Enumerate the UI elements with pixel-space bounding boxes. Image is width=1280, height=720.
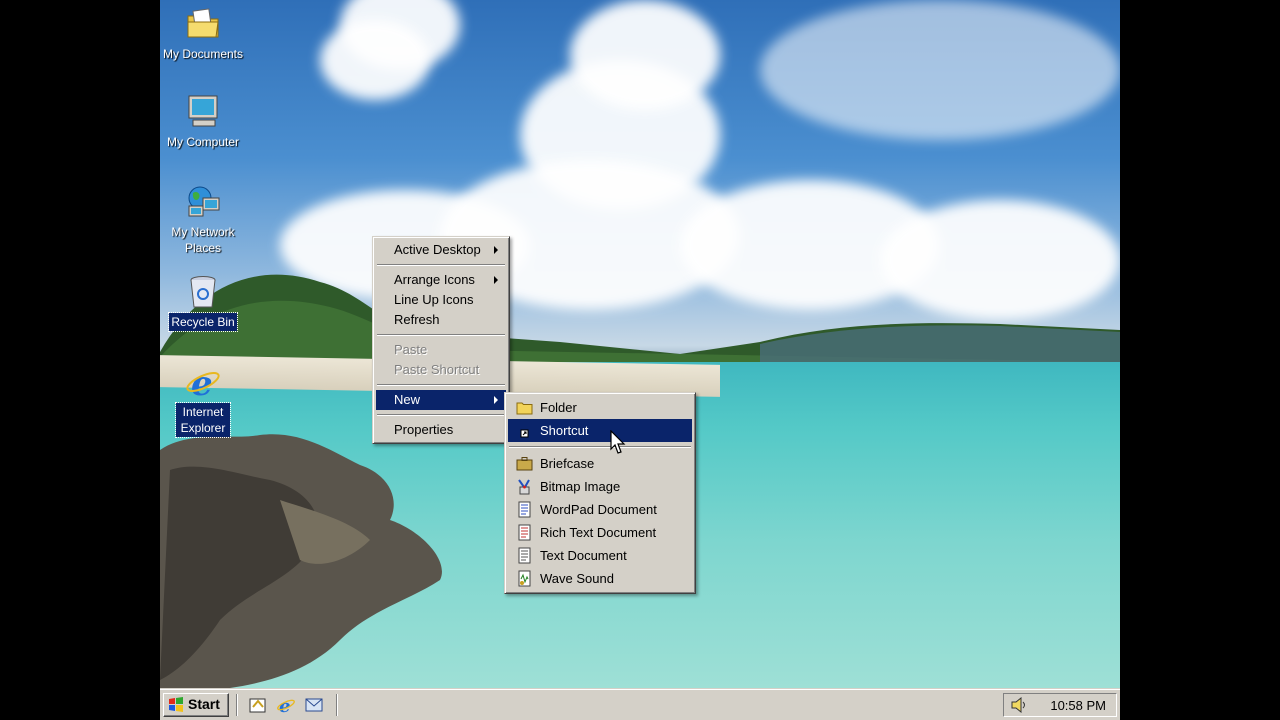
- menu-item-active-desktop[interactable]: Active Desktop: [376, 240, 506, 260]
- submenu-item-text-document[interactable]: Text Document: [508, 544, 692, 567]
- volume-speaker-icon[interactable]: [1010, 697, 1028, 713]
- menu-item-label: Line Up Icons: [394, 292, 474, 307]
- svg-text:e: e: [279, 696, 290, 715]
- submenu-item-wave-sound[interactable]: Wave Sound: [508, 567, 692, 590]
- desktop-icon-recycle-bin[interactable]: Recycle Bin: [160, 274, 248, 332]
- submenu-item-bitmap-image[interactable]: Bitmap Image: [508, 475, 692, 498]
- menu-item-arrange-icons[interactable]: Arrange Icons: [376, 270, 506, 290]
- start-button[interactable]: Start: [163, 693, 229, 717]
- submenu-item-rich-text-document[interactable]: Rich Text Document: [508, 521, 692, 544]
- desktop-icon-my-computer[interactable]: My Computer: [160, 94, 248, 151]
- wordpad-document-icon: [518, 501, 531, 518]
- desktop-icon-label: My Documents: [162, 47, 244, 61]
- menu-separator: [377, 334, 505, 336]
- desktop-icon-label: Recycle Bin: [168, 312, 238, 332]
- submenu-item-label: Wave Sound: [540, 571, 614, 586]
- outlook-express-icon[interactable]: [304, 695, 324, 715]
- menu-item-new[interactable]: New: [376, 390, 506, 410]
- submenu-item-briefcase[interactable]: Briefcase: [508, 452, 692, 475]
- desktop-icon-internet-explorer[interactable]: e Internet Explorer: [160, 364, 248, 438]
- show-desktop-icon[interactable]: [248, 695, 268, 715]
- menu-item-properties[interactable]: Properties: [376, 420, 506, 440]
- menu-item-label: Active Desktop: [394, 242, 481, 257]
- desktop-icon-my-documents[interactable]: My Documents: [160, 6, 248, 63]
- menu-item-label: Arrange Icons: [394, 272, 475, 287]
- submenu-arrow-icon: [494, 396, 498, 404]
- menu-separator: [377, 414, 505, 416]
- briefcase-icon: [516, 457, 533, 471]
- menu-item-label: Refresh: [394, 312, 440, 327]
- submenu-item-label: Bitmap Image: [540, 479, 621, 494]
- system-tray: 10:58 PM: [1003, 693, 1117, 717]
- submenu-item-label: Rich Text Document: [540, 525, 657, 540]
- rich-text-document-icon: [518, 524, 531, 541]
- submenu-item-label: Briefcase: [540, 456, 595, 471]
- menu-item-label: Paste Shortcut: [394, 362, 480, 377]
- wallpaper: [160, 0, 1120, 720]
- internet-explorer-quicklaunch-icon[interactable]: e: [276, 695, 296, 715]
- submenu-item-label: Text Document: [540, 548, 627, 563]
- desktop-icon-label: My Network Places: [171, 225, 235, 255]
- submenu-item-label: WordPad Document: [540, 502, 657, 517]
- menu-item-paste: Paste: [376, 340, 506, 360]
- paint-icon: [518, 479, 530, 495]
- taskbar-clock[interactable]: 10:58 PM: [1050, 698, 1106, 713]
- recycle-bin-icon: [185, 274, 221, 310]
- wave-sound-icon: [518, 570, 531, 587]
- computer-icon: [185, 94, 221, 130]
- folder-icon: [516, 402, 533, 415]
- menu-separator: [509, 446, 691, 448]
- submenu-arrow-icon: [494, 246, 498, 254]
- mouse-cursor-icon: [610, 430, 626, 454]
- internet-explorer-icon: e: [185, 364, 221, 404]
- menu-item-label: New: [394, 392, 421, 407]
- menu-item-refresh[interactable]: Refresh: [376, 310, 506, 330]
- submenu-item-wordpad-document[interactable]: WordPad Document: [508, 498, 692, 521]
- desktop-icon-label: Internet Explorer: [175, 402, 231, 438]
- taskbar-separator: [336, 694, 338, 716]
- submenu-item-folder[interactable]: Folder: [508, 396, 692, 419]
- submenu-item-label: Shortcut: [540, 423, 589, 438]
- taskbar: Start e 10:58 PM: [160, 688, 1120, 720]
- network-globe-icon: [185, 184, 221, 220]
- desktop-icon-my-network-places[interactable]: My Network Places: [160, 184, 248, 257]
- windows-logo-icon: [169, 697, 183, 712]
- menu-item-line-up-icons[interactable]: Line Up Icons: [376, 290, 506, 310]
- menu-separator: [377, 264, 505, 266]
- shortcut-icon: [520, 429, 529, 438]
- menu-item-paste-shortcut: Paste Shortcut: [376, 360, 506, 380]
- svg-text:e: e: [191, 364, 213, 400]
- submenu-arrow-icon: [494, 276, 498, 284]
- submenu-item-label: Folder: [540, 400, 577, 415]
- taskbar-separator: [236, 694, 238, 716]
- text-document-icon: [518, 547, 531, 564]
- folder-documents-icon: [185, 6, 221, 42]
- start-button-label: Start: [188, 696, 220, 712]
- menu-separator: [377, 384, 505, 386]
- menu-item-label: Properties: [394, 422, 454, 437]
- new-submenu: Folder Shortcut Briefcase Bitmap Image W…: [504, 392, 696, 594]
- menu-item-label: Paste: [394, 342, 428, 357]
- desktop-context-menu: Active Desktop Arrange Icons Line Up Ico…: [372, 236, 510, 444]
- desktop-icon-label: My Computer: [166, 135, 240, 149]
- submenu-item-shortcut[interactable]: Shortcut: [508, 419, 692, 442]
- desktop-screen: My Documents My Computer My Network Plac…: [160, 0, 1120, 720]
